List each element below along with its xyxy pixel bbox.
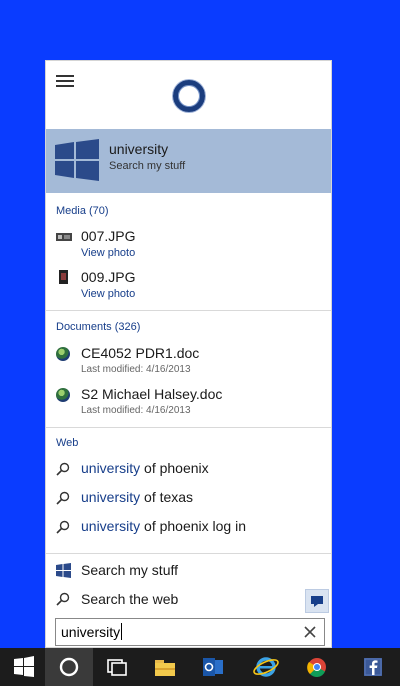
- media-item[interactable]: 007.JPG View photo: [46, 227, 331, 263]
- hamburger-menu-icon[interactable]: [56, 75, 74, 87]
- document-last-modified: Last modified: 4/16/2013: [81, 364, 191, 375]
- clear-search-icon[interactable]: [302, 624, 318, 640]
- feedback-button[interactable]: [305, 589, 329, 613]
- media-section-header[interactable]: Media (70): [56, 205, 109, 217]
- document-item[interactable]: S2 Michael Halsey.doc Last modified: 4/1…: [46, 385, 331, 421]
- cortana-search-panel: university Search my stuff Media (70) 00…: [45, 60, 332, 648]
- best-match-item[interactable]: university Search my stuff: [46, 129, 331, 193]
- search-icon: [56, 462, 70, 476]
- media-item[interactable]: 009.JPG View photo: [46, 268, 331, 304]
- suggestion-completion: of texas: [140, 489, 194, 505]
- facebook-button[interactable]: [349, 648, 397, 686]
- windows-logo-icon: [56, 563, 71, 578]
- search-the-web-label: Search the web: [81, 591, 179, 607]
- suggestion-query: university: [81, 489, 141, 505]
- outlook-button[interactable]: [189, 648, 237, 686]
- web-suggestion-text: university of phoenix log in: [81, 518, 246, 534]
- document-last-modified: Last modified: 4/16/2013: [81, 405, 191, 416]
- chrome-button[interactable]: [293, 648, 341, 686]
- document-globe-icon: [56, 388, 70, 402]
- internet-explorer-icon: [253, 657, 279, 677]
- windows-logo-icon: [55, 139, 99, 181]
- chrome-icon: [307, 658, 326, 678]
- search-icon: [56, 592, 70, 606]
- divider: [46, 553, 331, 554]
- search-box[interactable]: university: [55, 618, 325, 646]
- suggestion-completion: of phoenix: [140, 460, 209, 476]
- documents-section-header[interactable]: Documents (326): [56, 321, 140, 333]
- web-section-header[interactable]: Web: [56, 437, 78, 449]
- taskbar: [0, 648, 400, 686]
- media-item-title: 009.JPG: [81, 269, 136, 285]
- task-view-icon: [107, 659, 127, 676]
- photo-thumbnail-icon: [59, 270, 68, 284]
- search-my-stuff-button[interactable]: Search my stuff: [46, 560, 331, 582]
- search-icon: [56, 520, 70, 534]
- divider: [46, 310, 331, 311]
- cortana-taskbar-button[interactable]: [45, 648, 93, 686]
- document-title: CE4052 PDR1.doc: [81, 345, 200, 361]
- file-explorer-button[interactable]: [141, 648, 189, 686]
- document-title: S2 Michael Halsey.doc: [81, 386, 223, 402]
- best-match-subtitle: Search my stuff: [109, 160, 186, 172]
- text-caret: [121, 623, 123, 640]
- task-view-button[interactable]: [93, 648, 141, 686]
- view-photo-link[interactable]: View photo: [81, 247, 135, 259]
- document-globe-icon: [56, 347, 70, 361]
- search-the-web-button[interactable]: Search the web: [46, 589, 296, 611]
- web-suggestion-text: university of texas: [81, 489, 193, 505]
- cortana-logo-icon: [173, 80, 205, 112]
- internet-explorer-button[interactable]: [242, 648, 290, 686]
- search-icon: [56, 491, 70, 505]
- search-input[interactable]: university: [61, 624, 120, 640]
- cortana-icon: [59, 657, 79, 677]
- web-suggestion[interactable]: university of phoenix: [46, 459, 331, 481]
- web-suggestion[interactable]: university of texas: [46, 488, 331, 510]
- feedback-icon: [311, 596, 323, 607]
- suggestion-query: university: [81, 518, 141, 534]
- file-explorer-icon: [155, 660, 175, 676]
- windows-start-icon: [14, 656, 34, 677]
- document-item[interactable]: CE4052 PDR1.doc Last modified: 4/16/2013: [46, 344, 331, 380]
- search-my-stuff-label: Search my stuff: [81, 562, 179, 578]
- web-suggestion[interactable]: university of phoenix log in: [46, 517, 331, 539]
- media-item-title: 007.JPG: [81, 228, 136, 244]
- suggestion-query: university: [81, 460, 141, 476]
- view-photo-link[interactable]: View photo: [81, 288, 135, 300]
- photo-thumbnail-icon: [56, 233, 72, 241]
- facebook-icon: [364, 658, 382, 676]
- outlook-icon: [203, 658, 223, 676]
- suggestion-completion: of phoenix log in: [140, 518, 246, 534]
- start-button[interactable]: [0, 648, 48, 686]
- divider: [46, 427, 331, 428]
- web-suggestion-text: university of phoenix: [81, 460, 209, 476]
- panel-header: [46, 61, 331, 129]
- best-match-title: university: [109, 141, 169, 157]
